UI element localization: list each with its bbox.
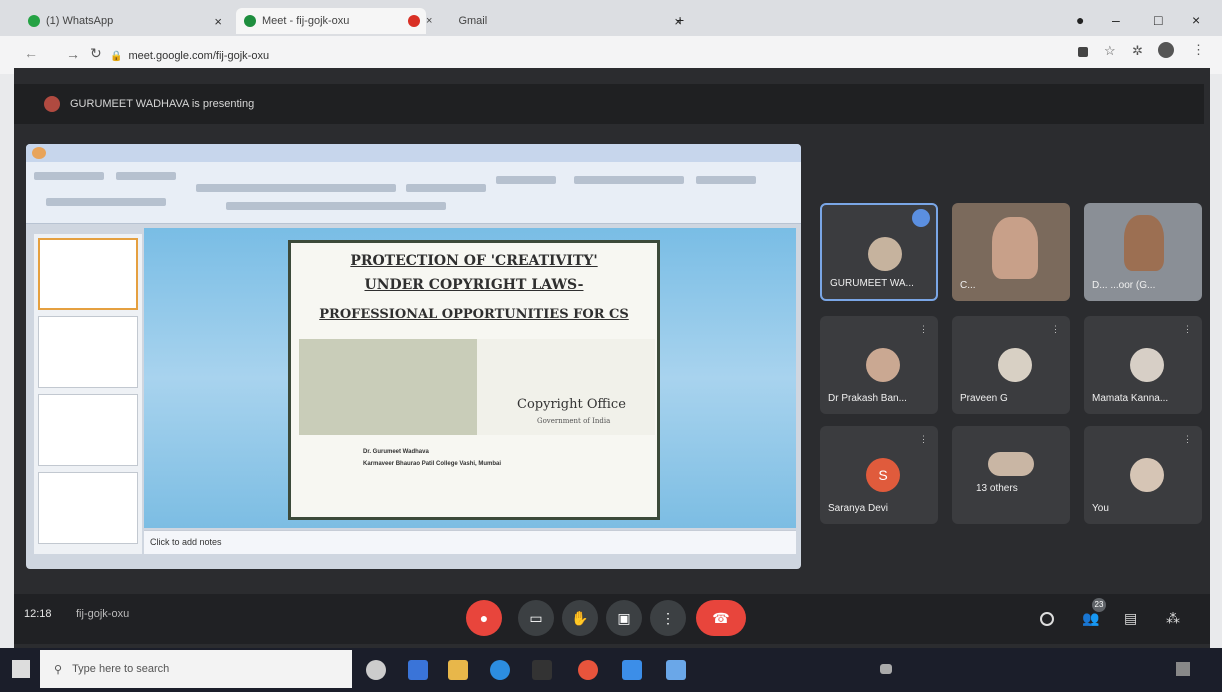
- slide-thumbnail[interactable]: [38, 394, 138, 466]
- edge-icon[interactable]: [490, 660, 510, 680]
- search-icon: ⚲: [54, 663, 63, 676]
- star-icon[interactable]: ☆: [1104, 43, 1116, 59]
- people-icon[interactable]: 👥: [1082, 610, 1099, 627]
- powerpoint-titlebar: [26, 144, 801, 162]
- profile-icon[interactable]: ●: [1076, 12, 1084, 28]
- present-button[interactable]: ▣: [606, 600, 642, 636]
- minimize-button[interactable]: –: [1112, 12, 1120, 28]
- meeting-clock: 12:18: [24, 608, 52, 620]
- store-icon[interactable]: [532, 660, 552, 680]
- video-feed: [1124, 215, 1164, 271]
- mic-off-icon: ●: [479, 610, 489, 626]
- forward-icon[interactable]: →: [66, 46, 80, 62]
- present-icon: ▣: [617, 609, 631, 626]
- raise-hand-button[interactable]: ✋: [562, 600, 598, 636]
- hand-image: [299, 339, 477, 435]
- mic-off-icon: ⋮: [919, 324, 928, 334]
- reload-icon[interactable]: ↻: [90, 45, 102, 62]
- url-field[interactable]: 🔒 meet.google.com/fij-gojk-oxu: [110, 45, 1050, 67]
- participants-count-badge: 23: [1092, 598, 1106, 612]
- participant-tile[interactable]: ⋮ S Saranya Devi: [820, 426, 938, 524]
- mail-icon[interactable]: [622, 660, 642, 680]
- notes-pane[interactable]: Click to add notes: [144, 530, 796, 554]
- meet-icon: [244, 15, 256, 27]
- close-tab-icon[interactable]: ×: [426, 15, 432, 27]
- shared-screen: PROTECTION OF 'CREATIVITY' UNDER COPYRIG…: [26, 144, 801, 569]
- avatar: S: [866, 458, 900, 492]
- extensions-icon[interactable]: ✲: [1132, 43, 1143, 59]
- mic-off-icon: ⋮: [1183, 434, 1192, 444]
- slide-thumbnails: [34, 234, 142, 554]
- file-explorer-icon[interactable]: [448, 660, 468, 680]
- cloud-icon[interactable]: [880, 664, 892, 674]
- slide-thumbnail[interactable]: [38, 238, 138, 310]
- new-tab-button[interactable]: +: [676, 12, 684, 28]
- office-button-icon: [32, 147, 46, 159]
- slide-thumbnail[interactable]: [38, 472, 138, 544]
- hand-icon: ✋: [571, 609, 589, 626]
- slide-thumbnail[interactable]: [38, 316, 138, 388]
- mic-off-icon: ⋮: [1051, 324, 1060, 334]
- back-icon[interactable]: ←: [24, 45, 38, 61]
- avatar: [1130, 458, 1164, 492]
- presenting-banner: GURUMEET WADHAVA is presenting: [14, 84, 1204, 124]
- mic-off-icon: ⋮: [919, 434, 928, 444]
- phone-hangup-icon: ☎: [712, 609, 730, 626]
- cortana-icon[interactable]: [366, 660, 386, 680]
- chat-icon[interactable]: ▤: [1124, 610, 1137, 627]
- app-icon[interactable]: [666, 660, 686, 680]
- participant-tile[interactable]: 13 others: [952, 426, 1070, 524]
- avatar: [44, 96, 60, 112]
- speaking-indicator: [912, 209, 930, 227]
- record-icon: [408, 15, 420, 27]
- chrome-icon[interactable]: [578, 660, 598, 680]
- leave-call-button[interactable]: ☎: [696, 600, 746, 636]
- camera-off-icon: ▭: [529, 609, 543, 626]
- copyright-logo: Copyright Office Government of India: [477, 339, 655, 435]
- participant-tile[interactable]: ⋮ Dr Prakash Ban...: [820, 316, 938, 414]
- avatar: [868, 237, 902, 271]
- maximize-button[interactable]: □: [1154, 12, 1162, 28]
- mic-off-icon: ⋮: [1183, 324, 1192, 334]
- tab-gmail[interactable]: × Gmail ×: [400, 8, 690, 34]
- avatar-group: [988, 452, 1034, 476]
- more-icon: ⋮: [661, 609, 675, 626]
- mic-toggle-button[interactable]: ●: [466, 600, 502, 636]
- meeting-code: fij-gojk-oxu: [76, 608, 130, 620]
- lock-icon: 🔒: [110, 50, 123, 62]
- notifications-icon[interactable]: [1176, 662, 1190, 676]
- participant-tile[interactable]: ⋮ You: [1084, 426, 1202, 524]
- avatar: [998, 348, 1032, 382]
- video-feed: [992, 217, 1038, 279]
- close-window-button[interactable]: ×: [1192, 12, 1200, 28]
- close-tab-icon[interactable]: ×: [214, 14, 222, 29]
- taskbar-search[interactable]: ⚲ Type here to search: [40, 650, 352, 688]
- participant-tile[interactable]: ⋮ Praveen G: [952, 316, 1070, 414]
- tab-whatsapp[interactable]: (1) WhatsApp ×: [20, 8, 230, 34]
- taskview-icon[interactable]: [408, 660, 428, 680]
- participant-tile[interactable]: GURUMEET WA...: [820, 203, 938, 301]
- avatar: [866, 348, 900, 382]
- participant-tile[interactable]: C...: [952, 203, 1070, 301]
- activities-icon[interactable]: ⁂: [1166, 610, 1180, 627]
- participant-tile[interactable]: D... ...oor (G...: [1084, 203, 1202, 301]
- account-icon[interactable]: [1158, 42, 1174, 58]
- powerpoint-ribbon: [26, 162, 801, 224]
- more-options-button[interactable]: ⋮: [650, 600, 686, 636]
- camera-toggle-button[interactable]: ▭: [518, 600, 554, 636]
- participant-tile[interactable]: ⋮ Mamata Kanna...: [1084, 316, 1202, 414]
- camera-icon[interactable]: [1078, 47, 1088, 57]
- menu-icon[interactable]: ⋮: [1192, 42, 1205, 58]
- current-slide: PROTECTION OF 'CREATIVITY' UNDER COPYRIG…: [288, 240, 660, 520]
- tab-meet[interactable]: Meet - fij-gojk-oxu: [236, 8, 426, 34]
- info-icon[interactable]: [1040, 612, 1054, 626]
- whatsapp-icon: [28, 15, 40, 27]
- windows-start-icon[interactable]: [12, 660, 30, 678]
- avatar: [1130, 348, 1164, 382]
